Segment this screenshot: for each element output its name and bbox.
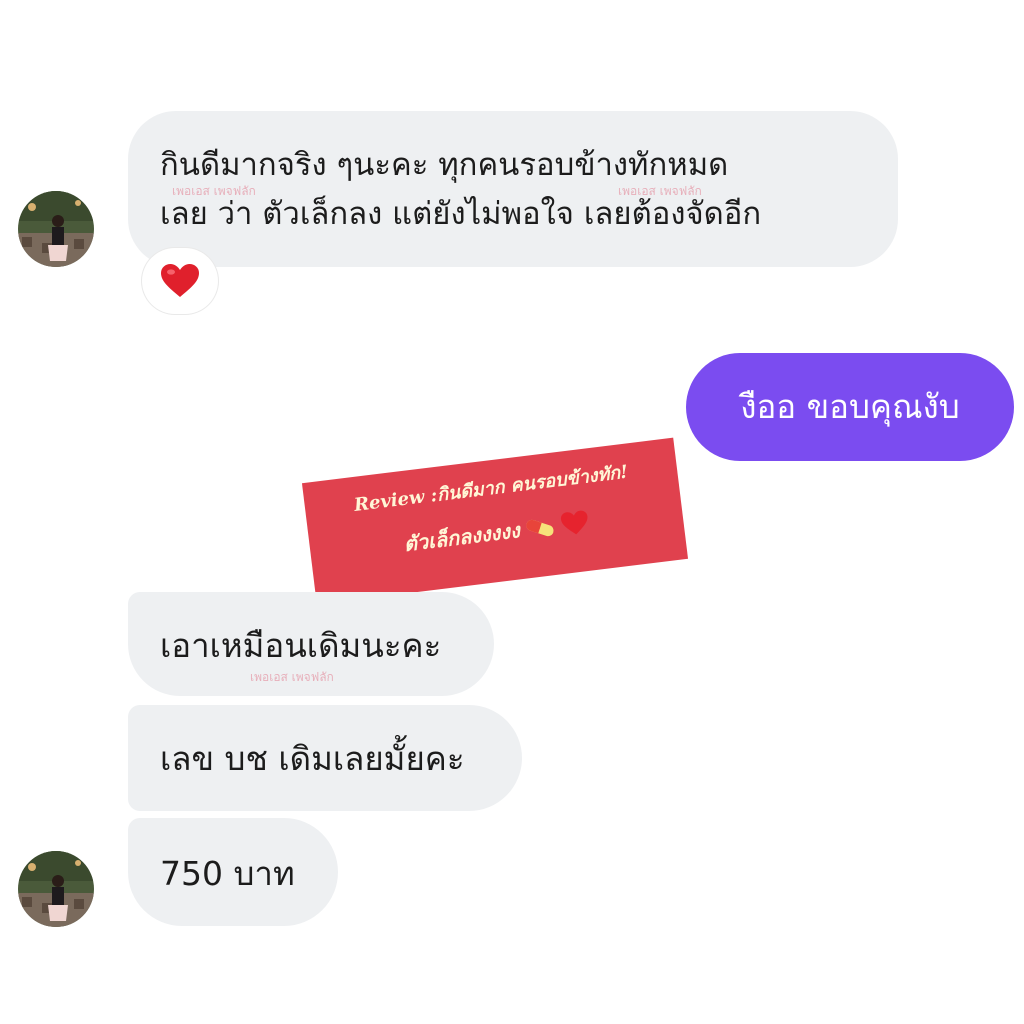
banner-subline-text: ตัวเล็กลงงงงง xyxy=(402,518,522,557)
review-banner: Review :กินดีมาก คนรอบข้างทัก! ตัวเล็กลง… xyxy=(301,437,689,605)
heart-icon xyxy=(561,510,588,535)
watermark-text: เพอเอส เพจฟลัก xyxy=(250,670,334,684)
watermark-text: เพอเอส เพจฟลัก xyxy=(618,184,702,198)
message-text: งืออ ขอบคุณงับ xyxy=(740,387,960,427)
message-bubble-incoming[interactable]: 750 บาท xyxy=(128,818,338,926)
chat-screen: กินดีมากจริง ๆนะคะ ทุกคนรอบข้างทักหมด เล… xyxy=(0,0,1024,1024)
pill-icon xyxy=(526,519,554,537)
message-text: เอาเหมือนเดิมนะคะ xyxy=(160,626,442,665)
avatar-photo xyxy=(18,851,94,927)
contact-avatar[interactable] xyxy=(18,191,94,267)
heart-icon xyxy=(161,264,199,297)
message-bubble-outgoing[interactable]: งืออ ขอบคุณงับ xyxy=(686,353,1014,461)
message-text: เลข บช เดิมเลยมั้ยคะ xyxy=(160,739,465,778)
contact-avatar[interactable] xyxy=(18,851,94,927)
message-text: กินดีมากจริง ๆนะคะ ทุกคนรอบข้างทักหมด เล… xyxy=(160,147,762,232)
message-text: 750 บาท xyxy=(160,854,295,893)
watermark-text: เพอเอส เพจฟลัก xyxy=(172,184,256,198)
avatar-photo xyxy=(18,191,94,267)
message-reaction[interactable] xyxy=(142,248,218,314)
message-bubble-incoming[interactable]: เลข บช เดิมเลยมั้ยคะ xyxy=(128,705,522,811)
